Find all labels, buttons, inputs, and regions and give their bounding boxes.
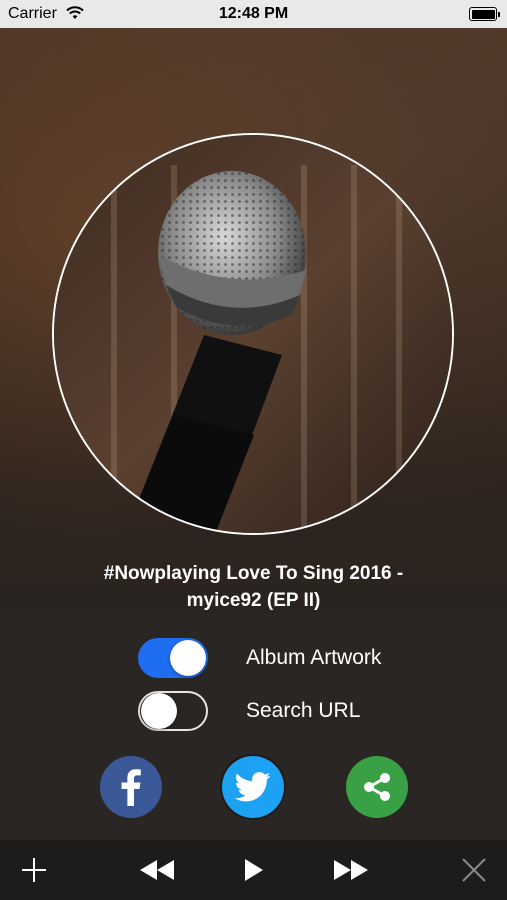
album-artwork (52, 133, 454, 535)
play-icon (245, 859, 263, 881)
album-artwork-toggle[interactable] (138, 638, 208, 678)
close-button[interactable] (456, 840, 492, 900)
search-url-label: Search URL (246, 699, 361, 722)
fast-forward-icon (334, 860, 368, 880)
rewind-button[interactable] (136, 840, 178, 900)
battery-icon (469, 7, 500, 21)
clock: 12:48 PM (218, 5, 289, 22)
share-button[interactable] (346, 756, 408, 818)
song-title: #Nowplaying Love To Sing 2016 - myice92 … (103, 563, 404, 611)
share-icon (364, 773, 390, 801)
twitter-share-button[interactable] (222, 756, 284, 818)
twitter-bird-icon (235, 772, 271, 802)
microphone-image (54, 135, 452, 533)
search-url-toggle[interactable] (138, 691, 208, 731)
add-button[interactable] (14, 840, 54, 900)
toggle-knob (170, 640, 206, 676)
rewind-icon (140, 860, 174, 880)
fast-forward-button[interactable] (330, 840, 372, 900)
player-toolbar (0, 840, 507, 900)
album-artwork-label: Album Artwork (246, 646, 382, 669)
close-icon (462, 858, 486, 882)
plus-icon (22, 858, 46, 882)
play-button[interactable] (236, 840, 272, 900)
toggle-knob (141, 693, 177, 729)
facebook-share-button[interactable] (100, 756, 162, 818)
now-playing-background: #Nowplaying Love To Sing 2016 - myice92 … (0, 28, 507, 614)
facebook-icon (121, 769, 141, 806)
status-bar: Carrier 12:48 PM (0, 0, 507, 28)
